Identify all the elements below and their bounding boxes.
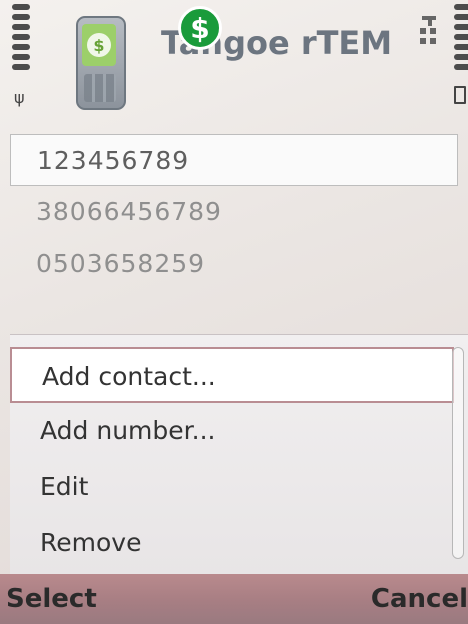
- network-icon: [420, 16, 436, 44]
- app-phone-icon: $: [76, 16, 126, 110]
- number-list: 123456789 38066456789 0503658259: [10, 134, 458, 290]
- menu-item-edit[interactable]: Edit: [10, 459, 468, 515]
- cancel-softkey[interactable]: Cancel: [371, 584, 468, 614]
- signal-strength-icon: [12, 4, 30, 86]
- options-menu: Add contact... Add number... Edit Remove: [10, 334, 468, 575]
- select-softkey[interactable]: Select: [6, 584, 97, 614]
- dollar-icon: $: [87, 33, 111, 57]
- menu-scrollbar[interactable]: [452, 347, 464, 559]
- number-list-item[interactable]: 123456789: [10, 134, 458, 186]
- battery-level-icon: [454, 4, 468, 78]
- softkey-bar: Select Cancel: [0, 574, 468, 624]
- menu-item-add-contact[interactable]: Add contact...: [10, 347, 454, 403]
- menu-item-remove[interactable]: Remove: [10, 515, 468, 571]
- number-list-item[interactable]: 38066456789: [10, 186, 458, 238]
- antenna-icon: ψ: [14, 88, 25, 107]
- battery-icon: [454, 86, 466, 104]
- dollar-badge-icon: $: [178, 6, 222, 50]
- menu-item-add-number[interactable]: Add number...: [10, 403, 468, 459]
- status-bar: ψ $ Tangoe rTEM $: [0, 0, 468, 120]
- number-list-item[interactable]: 0503658259: [10, 238, 458, 290]
